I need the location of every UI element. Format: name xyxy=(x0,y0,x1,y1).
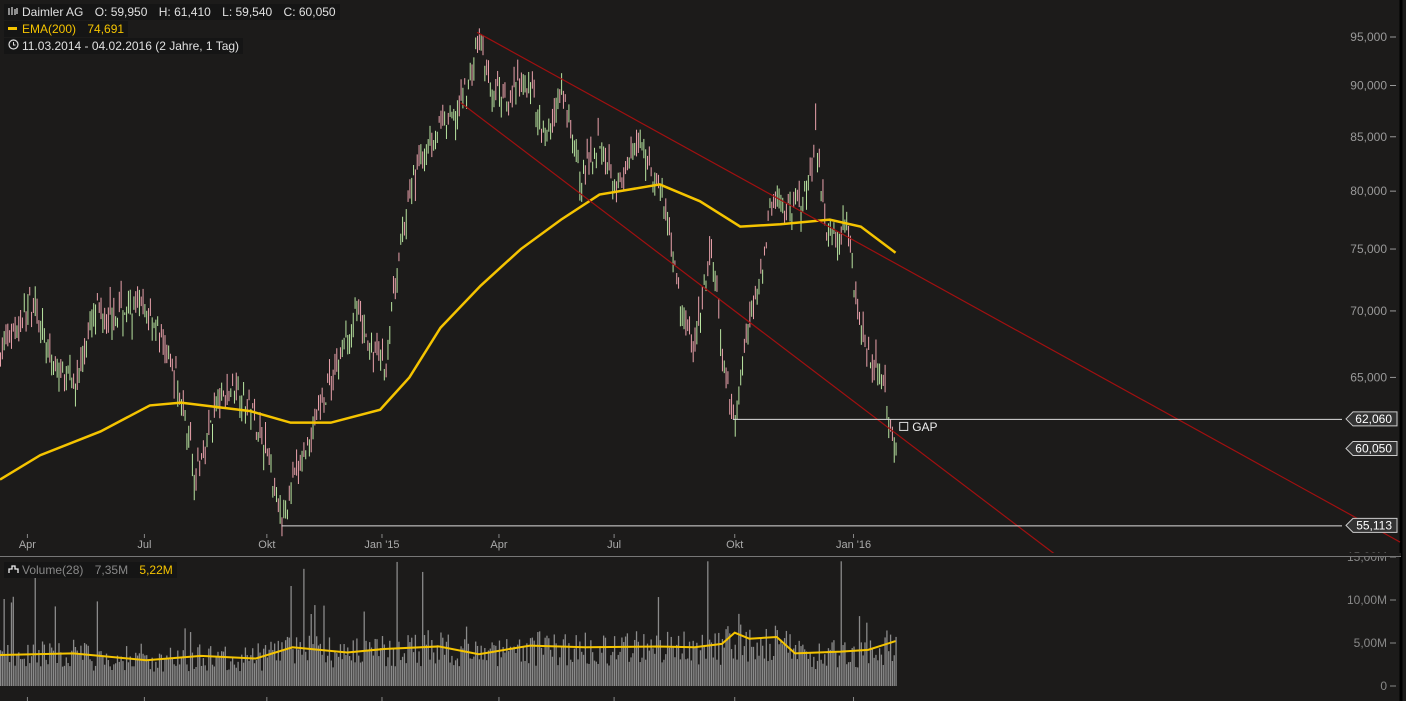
ema-legend: EMA(200) 74,691 xyxy=(4,21,129,37)
volume-average: 5,22M xyxy=(139,563,173,577)
level-label: 55,113 xyxy=(1356,518,1392,532)
open-value: O: 59,950 xyxy=(94,5,148,19)
clock-icon xyxy=(8,39,19,53)
level-label: 60,050 xyxy=(1355,441,1392,455)
background xyxy=(0,0,1401,701)
volume-icon xyxy=(8,563,19,577)
x-tick-label: Jan '16 xyxy=(836,539,871,551)
price-tick-label: 90,000 xyxy=(1350,78,1387,92)
price-tick-label: 70,000 xyxy=(1350,304,1387,318)
volume-tick-label: 0 xyxy=(1380,679,1387,693)
volume-tick-label: 5,00M xyxy=(1354,636,1387,650)
volume-tick-label: 10,00M xyxy=(1347,593,1387,607)
ema-value: 74,691 xyxy=(87,22,125,36)
x-tick-label: Apr xyxy=(19,539,36,551)
x-tick-label: Apr xyxy=(490,539,507,551)
instrument-legend: Daimler AG O: 59,950 H: 61,410 L: 59,540… xyxy=(4,4,340,20)
close-value: C: 60,050 xyxy=(283,5,336,19)
ema-label: EMA(200) xyxy=(22,22,77,36)
price-chart: 62,060 60,050 55,113 GAP 95,000 90,000 85,000… xyxy=(0,0,1403,701)
level-label: 62,060 xyxy=(1355,412,1392,426)
x-tick-label: Jul xyxy=(137,539,151,551)
volume-axis-mask xyxy=(1300,553,1400,557)
x-tick-label: Okt xyxy=(726,539,743,551)
price-tick-label: 85,000 xyxy=(1350,130,1387,144)
price-tick-label: 75,000 xyxy=(1350,242,1387,256)
price-tick-label: 95,000 xyxy=(1350,30,1387,44)
volume-label: Volume(28) xyxy=(22,563,84,577)
instrument-name: Daimler AG xyxy=(22,5,84,19)
grid xyxy=(0,0,1403,701)
x-tick-label: Jan '15 xyxy=(364,539,399,551)
volume-legend: Volume(28) 7,35M 5,22M xyxy=(4,562,177,578)
x-tick-label: Okt xyxy=(258,539,275,551)
price-tick-label: 80,000 xyxy=(1350,184,1387,198)
price-tick-label: 65,000 xyxy=(1350,370,1387,384)
line-swatch-icon xyxy=(8,22,18,36)
range-legend: 11.03.2014 - 04.02.2016 (2 Jahre, 1 Tag) xyxy=(4,38,244,54)
low-value: L: 59,540 xyxy=(222,5,273,19)
high-value: H: 61,410 xyxy=(158,5,211,19)
volume-value: 7,35M xyxy=(94,563,129,577)
date-range: 11.03.2014 - 04.02.2016 (2 Jahre, 1 Tag) xyxy=(22,39,240,53)
x-tick-label: Jul xyxy=(607,539,621,551)
gap-label: GAP xyxy=(912,420,937,434)
price-area-mask xyxy=(0,553,1401,557)
candles-icon xyxy=(8,5,18,19)
